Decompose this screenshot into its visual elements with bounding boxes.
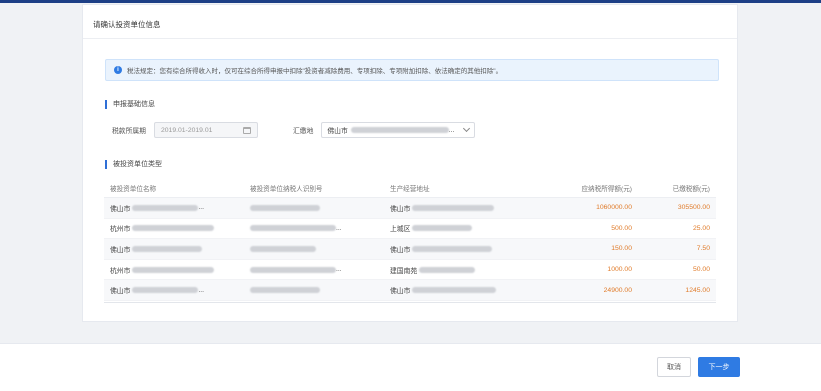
cell-address: 佛山市 [390,285,497,296]
col-header-address: 生产经营地址 [390,185,430,193]
redacted-text [250,225,336,232]
location-ellipsis: ... [448,126,455,134]
redacted-text [412,225,473,232]
col-header-name: 被投资单位名称 [110,185,157,193]
table-row: 佛山市... 佛山市 1060000.00 305500.00 [104,198,716,219]
redacted-text [250,287,320,294]
cell-address: 建国南苑 [390,265,476,275]
cell-name-ellipsis: ... [198,204,205,212]
cell-address-prefix: 建国南苑 [390,267,418,275]
cancel-button[interactable]: 取消 [657,357,691,377]
location-label: 汇缴地 [292,128,314,135]
period-field: 2019.01-2019.01 [153,122,258,138]
calendar-icon [242,126,251,134]
redacted-text [132,287,199,294]
section-marker [105,99,107,109]
section-invested-units: 被投资单位类型 [105,159,162,169]
cell-address: 上城区 [390,223,473,234]
table-body: 佛山市... 佛山市 1060000.00 305500.00 杭州市... 上城区 500… [104,198,716,301]
invested-units-table: 被投资单位名称 被投资单位纳税人识别号 生产经营地址 应纳税所得额(元) 已缴税… [104,178,716,301]
redacted-text [250,266,336,273]
period-value: 2019.01-2019.01 [160,126,213,134]
footer-bar: 取消 下一步 [0,343,821,391]
tax-notice: i 税法规定：您有综合所得收入时，仅可在综合所得申报中扣除"投资者减除费用、专项… [105,59,719,81]
period-label: 税款所属期 [112,128,146,135]
table-row: 佛山市 佛山市 150.00 7.50 [104,239,716,260]
redacted-text [412,204,495,211]
location-city: 佛山市 [327,128,348,135]
cell-name-prefix: 杭州市 [110,267,131,275]
redacted-text [412,245,493,252]
cell-name: 杭州市 [110,265,215,275]
table-bottom-border [104,302,716,303]
cell-name-prefix: 佛山市 [110,246,131,254]
cell-taxid [250,287,320,294]
redacted-text [132,266,215,273]
cell-income: 150.00 [611,245,632,253]
redacted-text [419,266,476,273]
chevron-down-icon[interactable] [463,124,471,133]
redacted-text [350,127,449,133]
table-header: 被投资单位名称 被投资单位纳税人识别号 生产经营地址 应纳税所得额(元) 已缴税… [104,178,716,198]
col-header-tax: 已缴税额(元) [672,185,710,193]
col-header-taxid: 被投资单位纳税人识别号 [250,185,323,193]
cell-address-prefix: 上城区 [390,226,411,234]
cell-address-prefix: 佛山市 [390,246,411,254]
cell-name: 佛山市 [110,244,203,254]
redacted-text [132,245,203,252]
cell-taxid: ... [250,266,342,273]
info-icon: i [114,66,122,74]
cell-address-prefix: 佛山市 [390,205,411,213]
table-row: 杭州市... 上城区 500.00 25.00 [104,219,716,240]
cell-taxid: ... [250,225,342,232]
next-step-button[interactable]: 下一步 [698,357,740,377]
section-marker [105,159,107,169]
page-title: 请确认投资单位信息 [93,20,161,29]
cell-name-prefix: 佛山市 [110,288,131,296]
redacted-text [250,245,316,252]
redacted-text [132,204,199,211]
cell-name: 佛山市... [110,203,204,213]
table-row: 佛山市... 佛山市 24900.00 1245.00 [104,280,716,301]
table-row: 杭州市... 建国南苑 1000.00 50.00 [104,260,716,281]
top-bar [0,0,821,3]
cell-tax: 305500.00 [677,204,710,212]
cell-tax: 7.50 [696,245,710,253]
section-basic-label: 申报基础信息 [113,101,155,108]
cell-name: 杭州市 [110,223,215,234]
cell-income: 1000.00 [607,266,632,274]
section-basic-info: 申报基础信息 [105,99,155,109]
title-divider [83,38,737,39]
redacted-text [132,225,215,232]
cell-tax: 25.00 [692,224,710,232]
location-value: 佛山市 ... [327,125,455,136]
cell-name: 佛山市... [110,285,205,296]
cell-taxid [250,204,320,211]
cell-income: 1060000.00 [596,204,632,212]
cell-name-prefix: 佛山市 [110,205,131,213]
cell-taxid-ellipsis: ... [336,224,342,232]
cell-tax: 1245.00 [685,286,710,294]
notice-text: 税法规定：您有综合所得收入时，仅可在综合所得申报中扣除"投资者减除费用、专项扣除… [127,68,503,75]
cell-name-ellipsis: ... [198,286,205,294]
cell-tax: 50.00 [692,266,710,274]
cell-address: 佛山市 [390,203,495,213]
col-header-income: 应纳税所得额(元) [581,185,632,193]
redacted-text [250,204,320,211]
cell-name-prefix: 杭州市 [110,226,131,234]
cell-taxid-ellipsis: ... [336,266,342,274]
basic-info-form: 税款所属期 2019.01-2019.01 汇缴地 佛山市 ... [112,121,712,139]
cell-income: 500.00 [611,224,632,232]
cell-taxid [250,245,316,252]
redacted-text [412,287,497,294]
section-units-label: 被投资单位类型 [113,161,162,168]
cell-address: 佛山市 [390,244,493,254]
location-select[interactable]: 佛山市 ... [321,122,476,138]
cell-address-prefix: 佛山市 [390,288,411,296]
cell-income: 24900.00 [603,286,632,294]
